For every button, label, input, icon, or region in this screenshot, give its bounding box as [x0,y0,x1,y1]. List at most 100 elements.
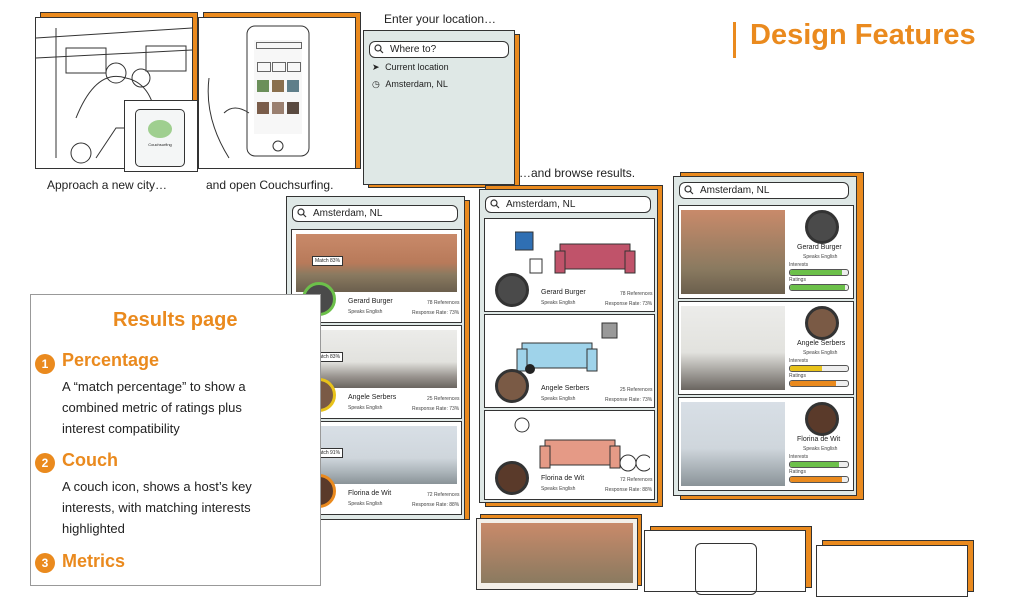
host-response-rate: Response Rate: 88% [412,502,460,508]
host-references: 72 References [427,492,460,498]
results-search-input[interactable]: Amsterdam, NL [485,196,651,213]
phone-option [287,62,301,72]
phone-app-name: Couchsurfing [148,142,172,147]
interests-metric-bar [789,269,849,276]
phone-search-bar [256,42,302,49]
host-language: Speaks English [541,486,576,492]
clock-icon: ◷ [372,79,380,89]
current-location-option[interactable]: ➤ Current location [372,62,449,73]
phone-option [272,62,286,72]
room-photo [681,210,785,294]
storyboard-frame-arrival: Couchsurfing [35,17,198,172]
title-accent-bar [733,22,736,58]
host-language: Speaks English [348,501,383,507]
search-value: Amsterdam, NL [313,208,383,219]
search-icon [684,185,694,195]
results-search-input[interactable]: Amsterdam, NL [292,205,458,222]
ratings-metric-bar [789,380,849,387]
ratings-fill [790,477,843,482]
host-language: Speaks English [541,300,576,306]
listing-card[interactable]: Florina de Wit Speaks English 72 Referen… [484,410,655,500]
ratings-metric-bar [789,284,849,291]
host-references: 25 References [427,396,460,402]
results-page-panel: Results page 1 Percentage A “match perce… [30,294,321,586]
interests-label: Interests [789,454,809,460]
feature-number-badge: 1 [35,354,55,374]
host-response-rate: Response Rate: 73% [605,397,653,403]
couch-interests-icon [514,417,650,472]
room-photo [681,402,785,486]
couch-interests-icon [515,231,636,274]
phone-photo [257,80,269,92]
feature-title: Percentage [62,350,160,370]
interests-metric-bar [789,461,849,468]
phone-sketch [695,543,757,595]
match-percentage-badge: Match 83% [312,256,344,266]
interests-label: Interests [789,358,809,364]
host-name: Florina de Wit [541,475,585,482]
ratings-label: Ratings [789,469,806,475]
listing-card[interactable]: Gerard Burger Speaks English Interests R… [678,205,854,299]
phone-screen-sketch [254,40,302,134]
phone-photo [287,80,299,92]
host-language: Speaks English [803,446,838,452]
caption-approach: Approach a new city… [47,178,168,192]
interests-fill [790,462,840,467]
partial-screen [476,518,638,590]
host-references: 78 References [427,300,460,306]
search-value: Amsterdam, NL [506,199,576,210]
phone-option [257,62,271,72]
search-placeholder: Where to? [390,44,437,55]
interests-fill [790,366,822,371]
host-name: Gerard Burger [541,289,586,296]
listing-card[interactable]: Florina de Wit Speaks English Interests … [678,397,854,491]
host-references: 72 References [620,477,653,483]
room-photo [681,306,785,390]
location-search-input[interactable]: Where to? [369,41,509,58]
host-references: 78 References [620,291,653,297]
host-avatar [495,461,529,495]
host-avatar [495,273,529,307]
host-name: Angele Serbers [797,340,846,347]
results-screen-couch: Amsterdam, NL Gerard Burger Speaks Engli… [479,189,658,503]
feature-description: A “match percentage” to show a combined … [62,379,246,436]
host-response-rate: Response Rate: 88% [605,487,653,493]
phone-photo [272,80,284,92]
listing-card[interactable]: Angele Serbers Speaks English Interests … [678,301,854,395]
host-language: Speaks English [803,350,838,356]
interests-metric-bar [789,365,849,372]
results-search-input[interactable]: Amsterdam, NL [679,182,849,199]
storyboard-frame-open-app [198,17,356,169]
ratings-fill [790,381,837,386]
host-name: Florina de Wit [797,436,841,443]
listing-card[interactable]: Angele Serbers Speaks English 25 Referen… [484,314,655,408]
ratings-label: Ratings [789,373,806,379]
panel-heading: Results page [113,309,238,331]
ratings-metric-bar [789,476,849,483]
host-name: Gerard Burger [797,244,842,251]
phone-photo [287,102,299,114]
couch-interests-icon [516,322,618,374]
host-avatar [805,402,839,436]
feature-title: Metrics [62,551,126,571]
phone-inset: Couchsurfing [124,100,198,172]
feature-number-badge: 2 [35,453,55,473]
recent-location-label: Amsterdam, NL [385,79,448,89]
host-response-rate: Response Rate: 73% [605,301,653,307]
partial-sketch-frame [816,545,968,597]
listing-card[interactable]: Gerard Burger Speaks English 78 Referenc… [484,218,655,312]
search-icon [374,44,384,54]
feature-number-badge: 3 [35,553,55,573]
interests-label: Interests [789,262,809,268]
location-arrow-icon: ➤ [372,62,380,72]
host-name: Angele Serbers [348,394,397,401]
results-screen-metrics: Amsterdam, NL Gerard Burger Speaks Engli… [673,176,857,496]
current-location-label: Current location [385,62,449,72]
host-language: Speaks English [541,396,576,402]
room-photo [481,523,633,583]
recent-location-option[interactable]: ◷ Amsterdam, NL [372,79,448,90]
host-name: Angele Serbers [541,385,590,392]
phone-sketch: Couchsurfing [135,109,185,167]
feature-title: Couch [62,450,118,470]
couchsurfing-logo-icon [148,120,172,138]
